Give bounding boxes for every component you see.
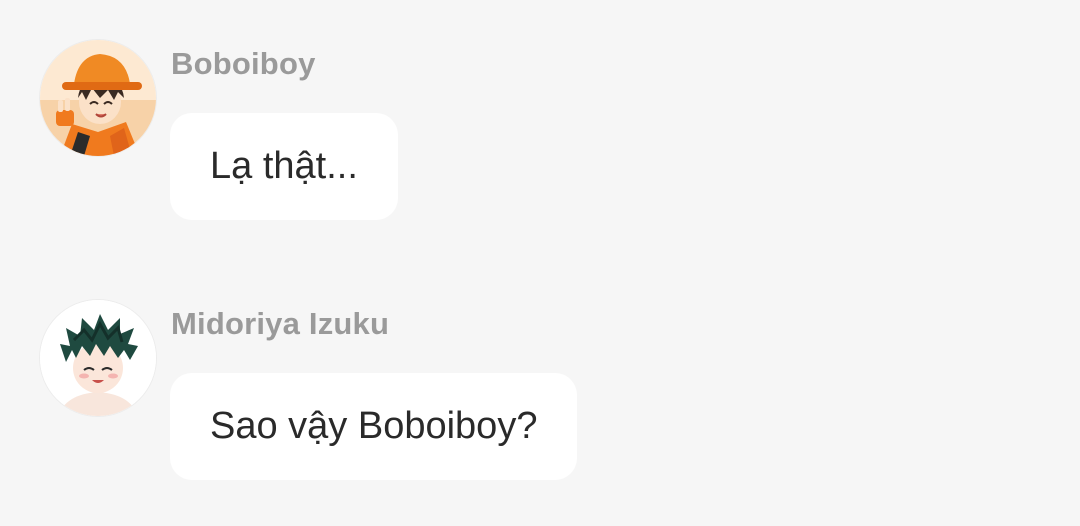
sender-name: Boboiboy (171, 46, 316, 81)
avatar-boboiboy[interactable] (40, 40, 156, 156)
message-text: Lạ thật... (210, 145, 358, 187)
midoriya-avatar-icon (40, 300, 156, 416)
chat-thread: Boboiboy Lạ thật... Midoriya Izuku Sao v… (0, 0, 1080, 526)
message-text: Sao vậy Boboiboy? (210, 405, 538, 447)
message-bubble[interactable]: Sao vậy Boboiboy? (170, 373, 578, 480)
message-bubble[interactable]: Lạ thật... (170, 113, 398, 220)
sender-name: Midoriya Izuku (171, 306, 390, 341)
boboiboy-avatar-icon (40, 40, 156, 156)
avatar-midoriya[interactable] (40, 300, 156, 416)
